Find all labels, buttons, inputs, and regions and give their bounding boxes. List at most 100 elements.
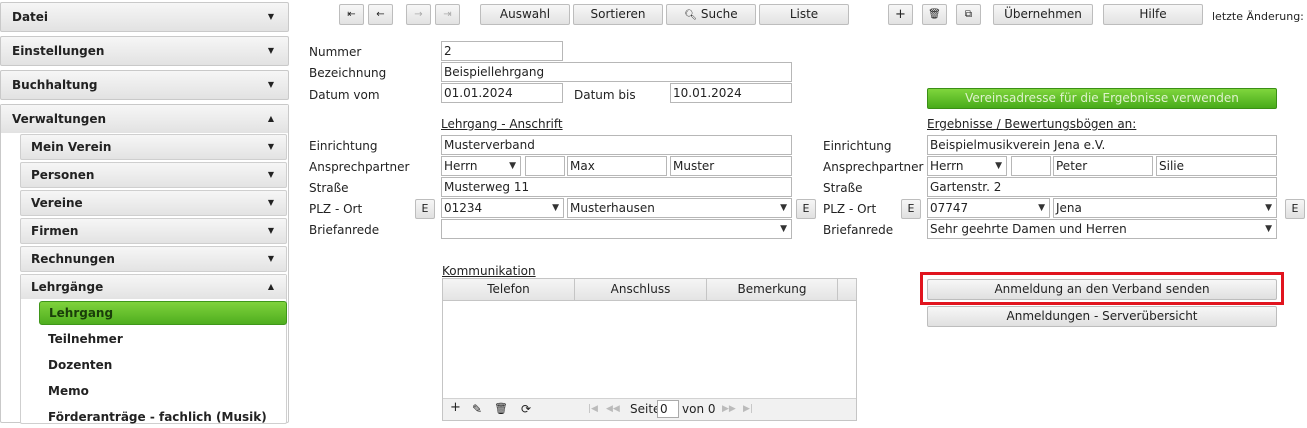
r-ansprechpartner-label: Ansprechpartner <box>823 160 924 174</box>
ergebnisse-heading: Ergebnisse / Bewertungsbögen an: <box>927 117 1137 131</box>
arrow-right-icon: → <box>414 9 423 20</box>
strasse-field[interactable]: Musterweg 11 <box>441 177 792 197</box>
ort-select[interactable]: Musterhausen ▼ <box>567 198 792 218</box>
plus-icon[interactable]: + <box>450 400 461 415</box>
plz-select[interactable]: 01234 ▼ <box>441 198 564 218</box>
datum-vom-field[interactable]: 01.01.2024 <box>441 83 563 103</box>
datum-bis-label: Datum bis <box>574 88 636 102</box>
chevron-down-icon: ▼ <box>267 198 274 207</box>
sidebar-item-rechnungen[interactable]: Rechnungen ▼ <box>20 246 287 272</box>
refresh-icon[interactable]: ⟳ <box>521 402 531 416</box>
first-record-button[interactable]: ⇤ <box>339 4 364 25</box>
anrede-select[interactable]: Herrn ▼ <box>441 156 521 176</box>
r-ort-select[interactable]: Jena ▼ <box>1053 198 1277 218</box>
anrede-value: Herrn <box>444 159 478 173</box>
bezeichnung-label: Bezeichnung <box>309 66 387 80</box>
kommunikation-heading: Kommunikation <box>442 264 536 278</box>
last-record-button[interactable]: ⇥ <box>435 4 460 25</box>
r-anrede-select[interactable]: Herrn ▼ <box>927 156 1007 176</box>
sidebar-leaf-dozenten[interactable]: Dozenten <box>48 354 112 376</box>
r-titel-field[interactable] <box>1011 156 1051 176</box>
r-nachname-field[interactable]: Silie <box>1156 156 1277 176</box>
sidebar-section-einstellungen[interactable]: Einstellungen ▼ <box>0 36 289 66</box>
nummer-field[interactable]: 2 <box>441 41 563 61</box>
auswahl-button[interactable]: Auswahl <box>480 4 570 25</box>
r-briefanrede-select[interactable]: Sehr geehrte Damen und Herren ▼ <box>927 219 1277 239</box>
suche-button[interactable]: 🔍︎ Suche <box>666 4 756 25</box>
briefanrede-select[interactable]: ▼ <box>441 219 792 239</box>
prev-record-button[interactable]: ← <box>368 4 393 25</box>
vereinsadresse-button[interactable]: Vereinsadresse für die Ergebnisse verwen… <box>927 88 1277 109</box>
next-page-icon[interactable]: ▶▶ <box>722 404 736 414</box>
next-record-button[interactable]: → <box>406 4 431 25</box>
trash-icon[interactable]: 🗑︎ <box>494 402 508 415</box>
chevron-down-icon: ▼ <box>780 203 787 213</box>
col-bemerkung[interactable]: Bemerkung <box>707 279 838 301</box>
nachname-field[interactable]: Muster <box>670 156 792 176</box>
chevron-up-icon: ▲ <box>267 114 274 123</box>
r-plz-edit-button[interactable]: E <box>901 199 921 219</box>
sidebar-item-personen[interactable]: Personen ▼ <box>20 162 287 188</box>
uebernehmen-button[interactable]: Übernehmen <box>993 4 1093 25</box>
r-strasse-label: Straße <box>823 181 863 195</box>
titel-field[interactable] <box>525 156 565 176</box>
copy-button[interactable]: ⧉ <box>956 4 981 25</box>
einrichtung-field[interactable]: Musterverband <box>441 135 792 155</box>
r-ort-edit-button[interactable]: E <box>1285 199 1305 219</box>
item-label: Mein Verein <box>31 140 112 154</box>
sidebar-leaf-foerderantraege[interactable]: Förderanträge - fachlich (Musik) <box>48 406 267 428</box>
section-label: Einstellungen <box>12 44 105 58</box>
datum-bis-field[interactable]: 10.01.2024 <box>670 83 792 103</box>
verwaltungen-header[interactable]: Verwaltungen ▲ <box>1 105 288 133</box>
sidebar-section-buchhaltung[interactable]: Buchhaltung ▼ <box>0 70 289 100</box>
chevron-down-icon: ▼ <box>509 161 516 171</box>
bezeichnung-field[interactable]: Beispiellehrgang <box>441 62 792 82</box>
sortieren-button[interactable]: Sortieren <box>573 4 663 25</box>
sidebar-item-mein-verein[interactable]: Mein Verein ▼ <box>20 134 287 160</box>
last-page-icon[interactable]: ▶| <box>743 404 753 414</box>
hilfe-button[interactable]: Hilfe <box>1103 4 1203 25</box>
sidebar-item-vereine[interactable]: Vereine ▼ <box>20 190 287 216</box>
von-label: von 0 <box>682 402 716 416</box>
seite-input[interactable]: 0 <box>657 400 679 418</box>
prev-page-icon[interactable]: ◀◀ <box>606 404 620 414</box>
r-ort-value: Jena <box>1056 201 1082 215</box>
plz-edit-button[interactable]: E <box>415 199 435 219</box>
datum-vom-label: Datum vom <box>309 88 380 102</box>
chevron-down-icon: ▼ <box>1265 224 1272 234</box>
liste-button[interactable]: Liste <box>759 4 849 25</box>
edit-icon[interactable]: ✎ <box>472 402 482 416</box>
r-strasse-field[interactable]: Gartenstr. 2 <box>927 177 1277 197</box>
item-label: Vereine <box>31 196 83 210</box>
sidebar-leaf-memo[interactable]: Memo <box>48 380 89 402</box>
col-anschluss[interactable]: Anschluss <box>575 279 707 301</box>
anmeldung-senden-button[interactable]: Anmeldung an den Verband senden <box>927 279 1277 300</box>
sidebar-leaf-lehrgang[interactable]: Lehrgang <box>39 301 287 325</box>
r-einrichtung-field[interactable]: Beispielmusikverein Jena e.V. <box>927 135 1277 155</box>
r-vorname-field[interactable]: Peter <box>1053 156 1153 176</box>
delete-button[interactable]: 🗑︎ <box>922 4 947 25</box>
sidebar-leaf-teilnehmer[interactable]: Teilnehmer <box>48 328 123 350</box>
lehrgaenge-header[interactable]: Lehrgänge ▲ <box>21 275 286 299</box>
add-button[interactable]: + <box>888 4 913 25</box>
item-label: Rechnungen <box>31 252 115 266</box>
nummer-label: Nummer <box>309 45 362 59</box>
first-page-icon[interactable]: |◀ <box>588 404 598 414</box>
strasse-label: Straße <box>309 181 349 195</box>
vorname-field[interactable]: Max <box>567 156 667 176</box>
chevron-down-icon: ▼ <box>267 170 274 179</box>
grid-footer: + ✎ 🗑︎ ⟳ |◀ ◀◀ Seite 0 von 0 ▶▶ ▶| <box>443 398 856 420</box>
arrow-left-icon: ← <box>376 9 385 20</box>
r-plz-value: 07747 <box>930 201 969 215</box>
section-label: Datei <box>12 10 49 24</box>
ort-edit-button[interactable]: E <box>796 199 816 219</box>
serveruebersicht-button[interactable]: Anmeldungen - Serverübersicht <box>927 306 1277 327</box>
sidebar-section-datei[interactable]: Datei ▼ <box>0 2 289 32</box>
chevron-down-icon: ▼ <box>552 203 559 213</box>
chevron-up-icon: ▲ <box>267 282 274 291</box>
r-plz-select[interactable]: 07747 ▼ <box>927 198 1050 218</box>
sidebar-item-firmen[interactable]: Firmen ▼ <box>20 218 287 244</box>
search-icon: 🔍︎ <box>684 10 698 21</box>
col-telefon[interactable]: Telefon <box>443 279 575 301</box>
ansprechpartner-label: Ansprechpartner <box>309 160 410 174</box>
